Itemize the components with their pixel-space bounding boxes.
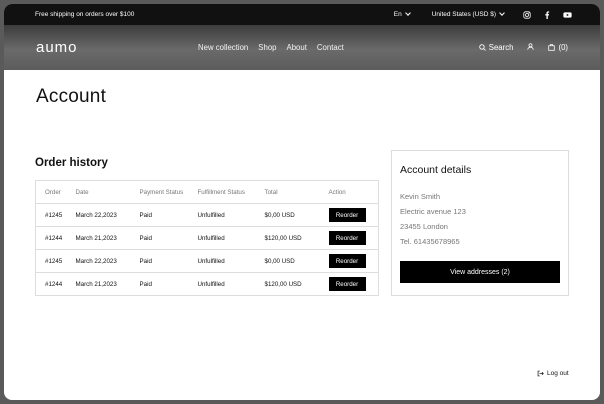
payment-status: Paid xyxy=(130,249,189,273)
action-cell: Reorder xyxy=(319,249,379,273)
address-city: 23455 London xyxy=(400,222,448,231)
customer-phone: Tel. 61435678965 xyxy=(400,237,460,246)
brand-logo[interactable]: aumo xyxy=(36,39,78,56)
nav-contact[interactable]: Contact xyxy=(317,43,344,52)
order-total: $0,00 USD xyxy=(255,203,320,227)
logout-link[interactable]: Log out xyxy=(537,370,569,377)
logout-label: Log out xyxy=(547,370,569,377)
promo-text: Free shipping on orders over $100 xyxy=(35,11,135,18)
chevron-down-icon xyxy=(404,10,411,16)
main-nav: New collection Shop About Contact xyxy=(198,25,344,70)
col-total: Total xyxy=(255,180,320,204)
facebook-icon[interactable] xyxy=(542,10,552,20)
view-addresses-button[interactable]: View addresses (2) xyxy=(400,261,560,283)
cart-count: (0) xyxy=(558,43,568,52)
col-action: Action xyxy=(319,180,379,204)
order-total: $0,00 USD xyxy=(255,249,320,273)
language-selector[interactable]: En xyxy=(393,10,411,18)
col-order: Order xyxy=(35,180,67,204)
table-row: #1245 March 22,2023 Paid Unfulfilled $0,… xyxy=(35,203,379,227)
payment-status: Paid xyxy=(139,280,152,288)
fulfillment-status: Unfulfilled xyxy=(188,226,256,250)
address-street: Electric avenue 123 xyxy=(400,207,466,216)
col-payment-status: Payment Status xyxy=(130,180,189,204)
cart-button[interactable]: (0) xyxy=(548,43,568,52)
nav-about[interactable]: About xyxy=(287,43,307,52)
cart-icon xyxy=(548,44,556,51)
order-date: March 22,2023 xyxy=(66,203,131,227)
table-row: #1244 March 21,2023 Paid Unfulfilled $12… xyxy=(36,273,379,296)
order-history-title: Order history xyxy=(35,157,108,169)
fulfillment-status: Unfulfilled xyxy=(188,249,256,273)
reorder-button[interactable]: Reorder xyxy=(328,208,366,222)
account-details-title: Account details xyxy=(400,164,472,176)
search-icon xyxy=(479,44,486,51)
announcement-bar: Free shipping on orders over $100 En Uni… xyxy=(4,4,600,25)
search-label: Search xyxy=(488,43,514,52)
table-row: #1244 March 21,2023 Paid Unfulfilled $12… xyxy=(35,226,379,250)
table-header-row: Order Date Payment Status Fulfillment St… xyxy=(35,180,379,204)
currency-label: United States (USD $) xyxy=(431,11,496,18)
nav-new-collection[interactable]: New collection xyxy=(198,43,248,52)
payment-status: Paid xyxy=(130,203,189,227)
instagram-icon[interactable] xyxy=(522,10,532,20)
table-row: #1245 March 22,2023 Paid Unfulfilled $0,… xyxy=(35,249,379,273)
topbar-controls: En United States (USD $) xyxy=(394,10,572,20)
order-date: March 21,2023 xyxy=(66,226,131,250)
fulfillment-status: Unfulfilled xyxy=(188,203,256,227)
page-frame: Free shipping on orders over $100 En Uni… xyxy=(4,4,600,400)
action-cell: Reorder xyxy=(320,273,379,296)
language-label: En xyxy=(393,11,402,18)
logout-icon xyxy=(537,370,544,377)
order-date: March 22,2023 xyxy=(66,249,131,273)
header-actions: Search (0) xyxy=(479,43,568,52)
order-number[interactable]: #1245 xyxy=(35,249,67,273)
order-date: March 21,2023 xyxy=(75,280,117,288)
action-cell: Reorder xyxy=(319,203,379,227)
payment-status: Paid xyxy=(130,226,189,250)
order-number[interactable]: #1245 xyxy=(35,203,67,227)
col-fulfillment-status: Fulfillment Status xyxy=(188,180,256,204)
order-total: $120,00 USD xyxy=(264,280,302,288)
fulfillment-status: Unfulfilled xyxy=(197,280,225,288)
site-header: aumo New collection Shop About Contact S… xyxy=(4,25,600,70)
chevron-down-icon xyxy=(499,10,505,16)
col-date: Date xyxy=(66,180,131,204)
page-title: Account xyxy=(36,86,107,107)
user-icon xyxy=(527,43,535,50)
order-history-table: Order Date Payment Status Fulfillment St… xyxy=(35,180,379,296)
order-number[interactable]: #1244 xyxy=(35,226,67,250)
reorder-button[interactable]: Reorder xyxy=(328,231,366,245)
nav-shop[interactable]: Shop xyxy=(258,43,276,52)
action-cell: Reorder xyxy=(319,226,379,250)
account-details-card: Account details Kevin Smith Electric ave… xyxy=(391,150,569,296)
account-button[interactable] xyxy=(527,43,535,52)
reorder-button[interactable]: Reorder xyxy=(328,254,366,268)
customer-name: Kevin Smith xyxy=(400,192,441,201)
youtube-icon[interactable] xyxy=(562,10,572,20)
currency-selector[interactable]: United States (USD $) xyxy=(431,10,505,18)
reorder-button[interactable]: Reorder xyxy=(328,277,366,291)
search-button[interactable]: Search xyxy=(479,43,514,52)
order-number[interactable]: #1244 xyxy=(36,273,67,296)
order-total: $120,00 USD xyxy=(255,226,320,250)
